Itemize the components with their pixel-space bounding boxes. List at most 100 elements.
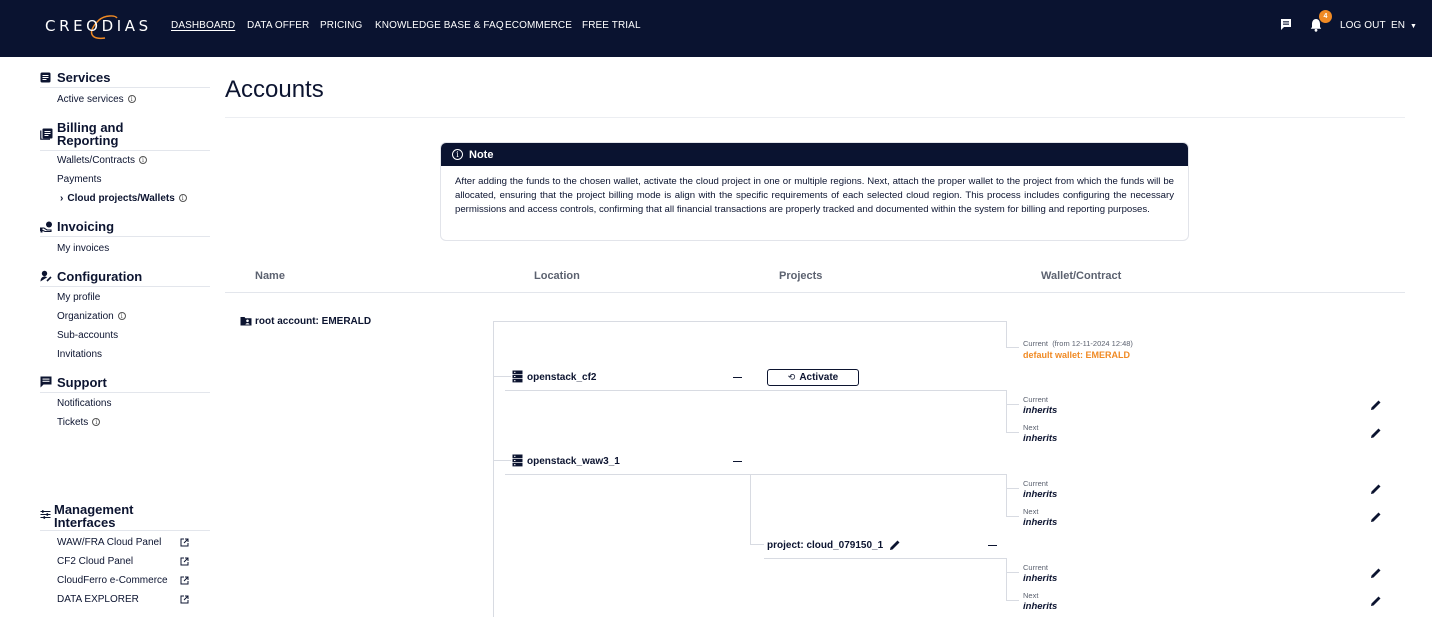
tree-line bbox=[1006, 347, 1019, 348]
column-header-wallet-contract: Wallet/Contract bbox=[1041, 270, 1122, 282]
sidebar-item-tickets[interactable]: Tickets i bbox=[57, 417, 101, 428]
note-title: Note bbox=[469, 149, 494, 161]
language-label: EN bbox=[1391, 20, 1406, 31]
root-wallet-current-label: Current (from 12-11-2024 12:48) bbox=[1023, 339, 1133, 348]
divider bbox=[225, 117, 1405, 118]
refresh-icon: ⟲ bbox=[787, 372, 796, 382]
divider bbox=[40, 286, 210, 287]
sidebar-item-active-services[interactable]: Active services i bbox=[57, 94, 136, 105]
root-default-wallet[interactable]: default wallet: EMERALD bbox=[1023, 350, 1130, 360]
info-icon: i bbox=[178, 194, 187, 202]
logo-text: CREODIAS bbox=[45, 17, 152, 35]
section-title: Support bbox=[57, 375, 107, 390]
info-icon: i bbox=[127, 95, 136, 103]
collapse-icon[interactable] bbox=[733, 377, 742, 379]
project-label[interactable]: project: cloud_079150_1 bbox=[767, 540, 883, 551]
current-marker: › bbox=[60, 193, 64, 204]
chat-icon[interactable] bbox=[1280, 18, 1292, 31]
sidebar-item-sub-accounts[interactable]: Sub-accounts bbox=[57, 330, 118, 341]
sidebar-item-data-explorer[interactable]: DATA EXPLORER bbox=[57, 594, 139, 605]
edit-pencil-icon[interactable] bbox=[1369, 510, 1383, 524]
wallet-current-label: Current bbox=[1023, 563, 1049, 572]
tree-line bbox=[1006, 558, 1007, 600]
nav-knowledge-base[interactable]: KNOWLEDGE BASE & FAQ bbox=[375, 20, 504, 31]
tree-line bbox=[493, 321, 494, 617]
sidebar-section-configuration: Configuration bbox=[40, 270, 210, 287]
wallet-current-value: inherits bbox=[1023, 405, 1058, 416]
activate-label: Activate bbox=[799, 372, 839, 383]
tree-line bbox=[750, 474, 751, 544]
sidebar-item-cloud-projects-wallets[interactable]: › Cloud projects/Wallets i bbox=[60, 193, 187, 204]
nav-pricing[interactable]: PRICING bbox=[320, 20, 362, 31]
wallet-current-value: inherits bbox=[1023, 489, 1058, 500]
section-title-line2: Interfaces bbox=[54, 515, 116, 530]
item-label: Tickets bbox=[57, 417, 89, 428]
nav-dashboard[interactable]: DASHBOARD bbox=[171, 20, 235, 31]
wallet-next-label: Next bbox=[1023, 507, 1039, 516]
tree-line bbox=[493, 376, 511, 377]
logout-link[interactable]: LOG OUT bbox=[1340, 20, 1386, 31]
divider bbox=[40, 87, 210, 88]
edit-pencil-icon[interactable] bbox=[1369, 482, 1383, 496]
column-header-location: Location bbox=[534, 270, 580, 282]
sidebar-item-organization[interactable]: Organization i bbox=[57, 311, 126, 322]
sidebar-item-my-profile[interactable]: My profile bbox=[57, 292, 100, 303]
activate-button[interactable]: ⟲ Activate bbox=[767, 369, 859, 386]
tree-line bbox=[750, 544, 764, 545]
collapse-icon[interactable] bbox=[733, 461, 742, 463]
divider bbox=[40, 236, 210, 237]
language-selector[interactable]: EN ▼ bbox=[1391, 20, 1417, 31]
sidebar-section-billing: Billing and Reporting bbox=[40, 121, 210, 151]
creodias-logo[interactable]: CREODIAS bbox=[45, 14, 155, 40]
info-icon: i bbox=[138, 156, 147, 164]
root-account-label[interactable]: root account: EMERALD bbox=[255, 316, 371, 327]
tree-line bbox=[1006, 390, 1007, 432]
sidebar-item-wallets-contracts[interactable]: Wallets/Contracts i bbox=[57, 155, 147, 166]
info-icon: i bbox=[92, 418, 101, 426]
tree-line bbox=[493, 321, 1006, 322]
edit-pencil-icon[interactable] bbox=[1369, 566, 1383, 580]
tree-line bbox=[1006, 432, 1019, 433]
notification-count-badge: 4 bbox=[1319, 10, 1332, 23]
sidebar-item-notifications[interactable]: Notifications bbox=[57, 398, 111, 409]
wallet-current-label: Current bbox=[1023, 479, 1049, 488]
nav-data-offer[interactable]: DATA OFFER bbox=[247, 20, 309, 31]
column-header-name: Name bbox=[255, 270, 285, 282]
edit-pencil-icon[interactable] bbox=[888, 538, 902, 552]
tree-line bbox=[1006, 600, 1019, 601]
wallet-next-label: Next bbox=[1023, 591, 1039, 600]
wallet-current-label: Current bbox=[1023, 395, 1049, 404]
wallet-current-value: inherits bbox=[1023, 573, 1058, 584]
current-since: (from 12-11-2024 12:48) bbox=[1052, 339, 1133, 348]
caret-down-icon: ▼ bbox=[1409, 23, 1418, 30]
column-header-projects: Projects bbox=[779, 270, 823, 282]
sidebar-item-payments[interactable]: Payments bbox=[57, 174, 101, 185]
page-title: Accounts bbox=[225, 76, 324, 103]
divider bbox=[40, 530, 210, 531]
sidebar-item-cf2-cloud-panel[interactable]: CF2 Cloud Panel bbox=[57, 556, 133, 567]
section-title-line2: Reporting bbox=[57, 133, 119, 148]
external-link-icon[interactable] bbox=[180, 576, 189, 585]
external-link-icon[interactable] bbox=[180, 595, 189, 604]
section-title: Invoicing bbox=[57, 219, 115, 234]
sidebar-item-invitations[interactable]: Invitations bbox=[57, 349, 102, 360]
external-link-icon[interactable] bbox=[180, 538, 189, 547]
nav-ecommerce[interactable]: ECOMMERCE bbox=[505, 20, 572, 31]
collapse-icon[interactable] bbox=[988, 545, 997, 547]
sidebar-item-waw-fra-cloud-panel[interactable]: WAW/FRA Cloud Panel bbox=[57, 537, 161, 548]
external-link-icon[interactable] bbox=[180, 557, 189, 566]
region-name-openstack-cf2[interactable]: openstack_cf2 bbox=[527, 372, 596, 383]
tree-line bbox=[1006, 321, 1007, 347]
edit-pencil-icon[interactable] bbox=[1369, 398, 1383, 412]
edit-pencil-icon[interactable] bbox=[1369, 594, 1383, 608]
sidebar-item-my-invoices[interactable]: My invoices bbox=[57, 243, 109, 254]
region-name-openstack-waw3-1[interactable]: openstack_waw3_1 bbox=[527, 456, 620, 467]
tree-line bbox=[505, 474, 1007, 475]
tree-line bbox=[1006, 474, 1007, 516]
tree-line bbox=[764, 558, 1007, 559]
sidebar-item-cloudferro-ecommerce[interactable]: CloudFerro e-Commerce bbox=[57, 575, 168, 586]
nav-free-trial[interactable]: FREE TRIAL bbox=[582, 20, 641, 31]
server-icon bbox=[512, 370, 523, 383]
edit-pencil-icon[interactable] bbox=[1369, 426, 1383, 440]
divider bbox=[40, 150, 210, 151]
